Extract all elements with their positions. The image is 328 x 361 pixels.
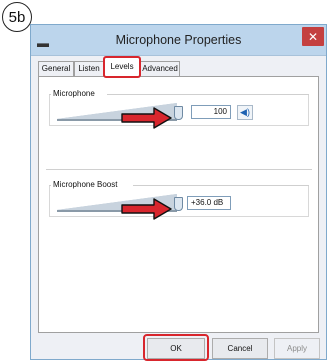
cancel-button[interactable]: Cancel <box>212 338 268 359</box>
microphone-boost-label: Microphone Boost <box>51 180 120 189</box>
speaker-icon: ◀) <box>240 107 250 117</box>
microphone-slider-thumb[interactable] <box>174 106 183 120</box>
tab-advanced[interactable]: Advanced <box>140 61 180 76</box>
pointer-arrow <box>121 198 172 220</box>
step-badge: 5b <box>2 2 32 32</box>
group-border <box>133 185 309 186</box>
microphone-level-input[interactable]: 100 <box>191 105 231 119</box>
title-bar[interactable]: ▬ Microphone Properties ✕ <box>31 25 326 56</box>
microphone-properties-window: ▬ Microphone Properties ✕ General Listen… <box>30 24 327 361</box>
microphone-mute-button[interactable]: ◀) <box>237 105 253 120</box>
tab-listen[interactable]: Listen <box>74 61 104 76</box>
pointer-arrow <box>121 107 172 129</box>
microphone-label: Microphone <box>51 89 97 98</box>
microphone-boost-group: Microphone Boost +36.0 dB <box>49 180 309 220</box>
ok-button[interactable]: OK <box>147 338 205 359</box>
tab-levels[interactable]: Levels <box>103 56 141 78</box>
group-border <box>107 94 309 95</box>
close-icon: ✕ <box>307 29 319 44</box>
group-separator <box>46 169 312 170</box>
apply-button[interactable]: Apply <box>274 338 320 359</box>
microphone-group: Microphone 100 ◀) <box>49 89 309 129</box>
boost-level-display: +36.0 dB <box>187 196 231 210</box>
levels-panel: Microphone 100 ◀) Microphone Boost +36.0… <box>38 76 319 333</box>
close-button[interactable]: ✕ <box>302 27 324 46</box>
tab-general[interactable]: General <box>38 61 74 76</box>
boost-slider-thumb[interactable] <box>174 197 183 211</box>
window-title: Microphone Properties <box>115 33 242 47</box>
